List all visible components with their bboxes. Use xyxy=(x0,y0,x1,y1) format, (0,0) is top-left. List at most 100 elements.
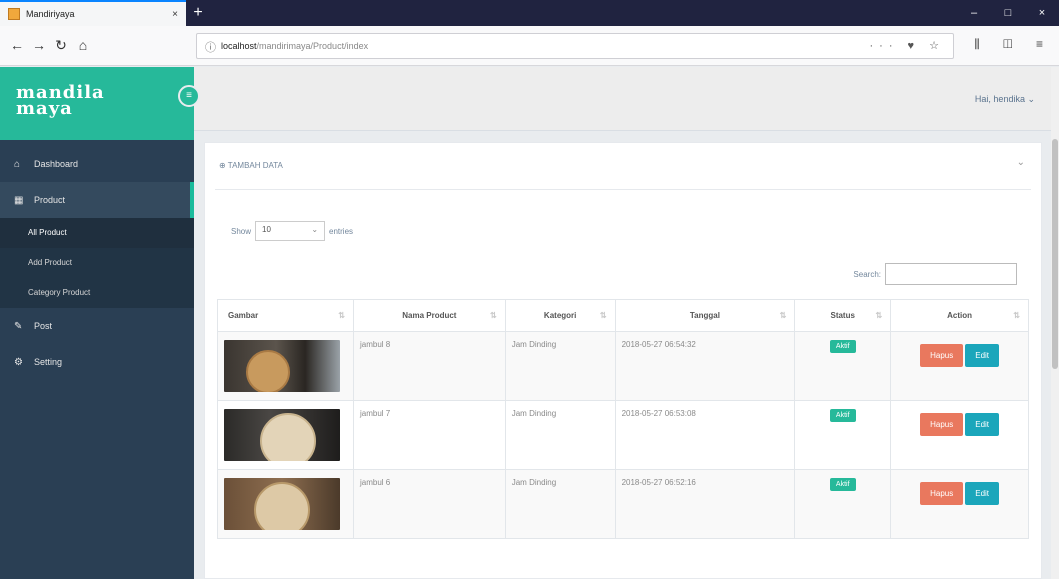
search-input[interactable] xyxy=(885,263,1017,285)
action-cell: Hapus Edit xyxy=(890,469,1029,539)
scrollbar-thumb[interactable] xyxy=(1052,139,1058,369)
chevron-down-icon: ⌄ xyxy=(311,225,319,234)
sidebar-item-product[interactable]: ▦ Product xyxy=(0,182,194,218)
column-header-status[interactable]: Status ⇅ xyxy=(794,299,892,332)
action-cell: Hapus Edit xyxy=(890,400,1029,470)
status-cell: Aktif xyxy=(794,400,892,470)
table-row: jambul 8 Jam Dinding 2018-05-27 06:54:32… xyxy=(217,331,1029,401)
name-cell: jambul 6 xyxy=(352,469,506,539)
url-text[interactable]: localhost/mandirimaya/Product/index xyxy=(221,41,368,51)
home-icon: ⌂ xyxy=(14,158,21,170)
browser-tab[interactable]: Mandiriyaya × xyxy=(0,0,186,26)
close-window-button[interactable]: × xyxy=(1025,0,1059,26)
column-header-label: Action xyxy=(947,311,973,320)
panel-divider xyxy=(215,189,1031,190)
brand-logo[interactable]: mandila maya xyxy=(0,67,194,140)
url-host: localhost xyxy=(221,41,257,51)
entries-select[interactable]: 10 ⌄ xyxy=(255,221,326,241)
column-header-image[interactable]: Gambar ⇅ xyxy=(217,299,354,332)
category-cell: Jam Dinding xyxy=(504,400,616,470)
home-icon[interactable]: ⌂ xyxy=(74,36,92,54)
action-cell: Hapus Edit xyxy=(890,331,1029,401)
search-control: Search: xyxy=(853,263,1017,285)
sidebar-item-post[interactable]: ✎ Post xyxy=(0,308,194,344)
tab-title: Mandiriyaya xyxy=(26,9,75,19)
product-table: Gambar ⇅ Nama Product ⇅ Kategori ⇅ Tanggal ⇅… xyxy=(217,299,1029,539)
submenu-add-product[interactable]: Add Product xyxy=(0,248,194,278)
status-badge: Aktif xyxy=(829,409,856,422)
url-bar[interactable]: ⓘ localhost/mandirimaya/Product/index ··… xyxy=(196,33,954,59)
top-nav: Hai, hendika ⌄ xyxy=(194,67,1051,131)
sidebar-item-label: Dashboard xyxy=(34,159,79,169)
product-submenu: All Product Add Product Category Product xyxy=(0,218,194,308)
maximize-button[interactable]: □ xyxy=(991,0,1025,26)
sidebar-item-dashboard[interactable]: ⌂ Dashboard xyxy=(0,146,194,182)
column-header-date[interactable]: Tanggal ⇅ xyxy=(614,299,796,332)
delete-button[interactable]: Hapus xyxy=(920,413,964,436)
add-data-link: TAMBAH DATA xyxy=(227,161,283,170)
delete-button[interactable]: Hapus xyxy=(920,482,964,505)
column-header-label: Tanggal xyxy=(689,311,720,320)
page-scrollbar[interactable] xyxy=(1051,67,1059,579)
delete-button[interactable]: Hapus xyxy=(920,344,964,367)
user-menu[interactable]: Hai, hendika ⌄ xyxy=(975,94,1035,105)
status-cell: Aktif xyxy=(794,331,892,401)
table-row: jambul 6 Jam Dinding 2018-05-27 06:52:16… xyxy=(217,469,1029,539)
edit-button[interactable]: Edit xyxy=(965,413,1000,436)
edit-button[interactable]: Edit xyxy=(965,344,1000,367)
submenu-category-product[interactable]: Category Product xyxy=(0,278,194,308)
menu-toggle-icon[interactable]: ≡ xyxy=(178,85,200,107)
sidebar-item-label: Product xyxy=(34,195,66,205)
sort-icon: ⇅ xyxy=(490,311,497,320)
product-thumbnail xyxy=(224,478,340,530)
image-cell xyxy=(217,331,354,401)
sort-icon: ⇅ xyxy=(1013,311,1020,320)
sort-icon: ⇅ xyxy=(779,311,787,320)
grid-icon: ▦ xyxy=(14,194,24,206)
info-icon[interactable]: ⓘ xyxy=(205,39,216,55)
sidebar: mandila maya ⌂ Dashboard ▦ Product All P… xyxy=(0,67,194,579)
category-cell: Jam Dinding xyxy=(504,331,616,401)
image-cell xyxy=(217,400,354,470)
name-cell: jambul 7 xyxy=(352,400,506,470)
status-cell: Aktif xyxy=(794,469,892,539)
date-cell: 2018-05-27 06:53:08 xyxy=(614,400,796,470)
new-tab-button[interactable]: + xyxy=(188,3,208,23)
toolbar-icons[interactable]: ⫼ ◫ ≡ xyxy=(974,37,1053,52)
column-header-name[interactable]: Nama Product ⇅ xyxy=(352,299,506,332)
sidebar-item-label: Setting xyxy=(34,357,63,367)
reload-icon[interactable]: ↻ xyxy=(52,36,70,54)
collapse-chevron-icon[interactable]: ⌄ xyxy=(1017,157,1025,168)
browser-tab-bar: Mandiriyaya × + – □ × xyxy=(0,0,1059,26)
sort-icon: ⇅ xyxy=(338,311,345,320)
edit-button[interactable]: Edit xyxy=(965,482,1000,505)
browser-nav-bar: ← → ↻ ⌂ ⓘ localhost/mandirimaya/Product/… xyxy=(0,26,1059,66)
pencil-icon: ✎ xyxy=(14,320,23,332)
column-header-label: Gambar xyxy=(228,311,259,320)
submenu-all-product[interactable]: All Product xyxy=(0,218,194,248)
date-cell: 2018-05-27 06:52:16 xyxy=(614,469,796,539)
sidebar-item-label: Post xyxy=(34,321,53,331)
date-cell: 2018-05-27 06:54:32 xyxy=(614,331,796,401)
show-label: Show xyxy=(231,226,252,236)
page-actions[interactable]: ··· ♥ ☆ xyxy=(870,39,946,52)
product-panel: ⊕ TAMBAH DATA ⌄ Show 10 ⌄ entries Search… xyxy=(204,142,1042,579)
table-row: jambul 7 Jam Dinding 2018-05-27 06:53:08… xyxy=(217,400,1029,470)
sidebar-item-setting[interactable]: ⚙ Setting xyxy=(0,344,194,380)
table-header-row: Gambar ⇅ Nama Product ⇅ Kategori ⇅ Tanggal ⇅… xyxy=(217,299,1029,332)
back-arrow-icon[interactable]: ← xyxy=(8,36,26,54)
tab-close-icon[interactable]: × xyxy=(172,9,178,20)
brand-line-2: maya xyxy=(16,98,73,119)
panel-title[interactable]: ⊕ TAMBAH DATA xyxy=(219,161,283,170)
image-cell xyxy=(217,469,354,539)
column-header-category[interactable]: Kategori ⇅ xyxy=(504,299,616,332)
column-header-action[interactable]: Action ⇅ xyxy=(890,299,1029,332)
sort-icon: ⇅ xyxy=(599,311,607,320)
length-control: Show 10 ⌄ entries xyxy=(231,221,353,241)
search-label: Search: xyxy=(853,269,881,279)
minimize-button[interactable]: – xyxy=(957,0,991,26)
forward-arrow-icon[interactable]: → xyxy=(30,36,48,54)
product-thumbnail xyxy=(224,340,340,392)
column-header-label: Status xyxy=(830,311,855,320)
url-path: /mandirimaya/Product/index xyxy=(256,41,369,51)
